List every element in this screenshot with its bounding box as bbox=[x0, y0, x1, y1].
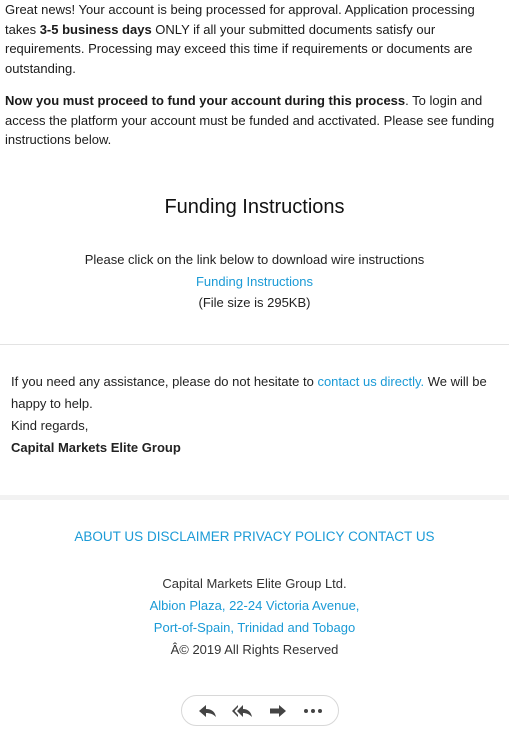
assist-text-a: If you need any assistance, please do no… bbox=[11, 374, 318, 389]
divider bbox=[0, 344, 509, 345]
signature-company: Capital Markets Elite Group bbox=[11, 440, 181, 455]
fund-notice: Now you must proceed to fund your accoun… bbox=[5, 93, 406, 108]
footer-company: Capital Markets Elite Group Ltd. bbox=[162, 576, 347, 591]
funding-title: Funding Instructions bbox=[164, 196, 345, 218]
file-size: (File size is 295KB) bbox=[198, 295, 311, 310]
funding-instructions-link[interactable]: Funding Instructions bbox=[196, 274, 313, 289]
reply-icon[interactable] bbox=[194, 699, 222, 723]
footer-address-line-2[interactable]: Port-of-Spain, Trinidad and Tobago bbox=[0, 617, 509, 639]
contact-us-link[interactable]: contact us directly. bbox=[317, 374, 424, 389]
footer-contact-link[interactable]: CONTACT US bbox=[348, 529, 435, 544]
footer-copyright: Â© 2019 All Rights Reserved bbox=[170, 642, 339, 657]
intro-paragraph-1: Great news! Your account is being proces… bbox=[5, 0, 505, 78]
footer-info: Capital Markets Elite Group Ltd. Albion … bbox=[0, 573, 509, 661]
intro-paragraph-2: Now you must proceed to fund your accoun… bbox=[5, 91, 505, 150]
footer-nav: ABOUT US DISCLAIMER PRIVACY POLICY CONTA… bbox=[0, 529, 509, 544]
assist-text: If you need any assistance, please do no… bbox=[11, 371, 506, 415]
footer-divider bbox=[0, 495, 509, 500]
footer-privacy-link[interactable]: PRIVACY POLICY bbox=[233, 529, 344, 544]
footer-address-line-1[interactable]: Albion Plaza, 22-24 Victoria Avenue, bbox=[0, 595, 509, 617]
email-intro: Great news! Your account is being proces… bbox=[5, 0, 505, 163]
funding-section: Please click on the link below to downlo… bbox=[0, 249, 509, 314]
forward-icon[interactable] bbox=[264, 699, 292, 723]
footer-about-link[interactable]: ABOUT US bbox=[74, 529, 143, 544]
footer-disclaimer-link[interactable]: DISCLAIMER bbox=[147, 529, 230, 544]
reply-all-icon[interactable] bbox=[229, 699, 257, 723]
message-action-toolbar bbox=[181, 695, 339, 726]
regards: Kind regards, bbox=[11, 418, 89, 433]
processing-time: 3-5 business days bbox=[39, 21, 152, 37]
more-icon[interactable] bbox=[299, 699, 327, 723]
assistance-section: If you need any assistance, please do no… bbox=[11, 371, 506, 459]
funding-instruction: Please click on the link below to downlo… bbox=[84, 252, 425, 267]
